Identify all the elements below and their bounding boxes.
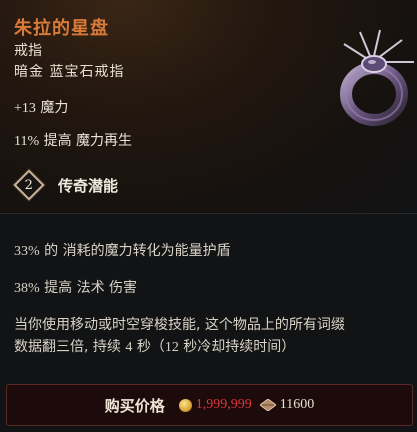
shard-price: 11600 — [279, 397, 315, 412]
ring-item-icon — [340, 29, 414, 126]
affix-text: 秒冷却持续时间） — [183, 339, 296, 355]
stat-value: +13 — [14, 101, 36, 116]
affix-text: 的 消耗的魔力转化为能量护盾 — [44, 243, 231, 259]
legendary-potential-value: 2 — [24, 177, 34, 193]
item-name: 朱拉的星盘 — [14, 18, 109, 39]
tooltip-header: 朱拉的星盘 戒指 暗金 蓝宝石戒指 +13 魔力 11% 提高 魔力再生 2 传… — [0, 0, 417, 213]
stat-text: 魔力 — [40, 100, 69, 116]
shard-currency-icon — [259, 399, 276, 411]
purchase-label: 购买价格 — [104, 396, 165, 415]
duration-value: 4 — [125, 340, 133, 355]
legendary-diamond-icon: 2 — [13, 169, 45, 201]
gold-price: 1,999,999 — [195, 397, 252, 412]
item-type: 戒指 — [14, 43, 42, 59]
implicit-stat-mana: +13 魔力 — [14, 97, 68, 117]
affix-value: 33% — [14, 244, 40, 259]
purchase-bar[interactable]: 购买价格 1,999,999 11600 — [6, 384, 413, 426]
section-divider — [0, 213, 417, 214]
legendary-potential-row: 2 传奇潜能 — [13, 169, 119, 201]
cooldown-value: 12 — [164, 340, 179, 355]
affix-value: 38% — [14, 281, 40, 296]
item-tooltip: 朱拉的星盘 戒指 暗金 蓝宝石戒指 +13 魔力 11% 提高 魔力再生 2 传… — [0, 0, 417, 432]
implicit-stat-mana-regen: 11% 提高 魔力再生 — [14, 130, 132, 150]
affix-text: 数据翻三倍, 持续 — [14, 339, 121, 355]
affix-text: 提高 法术 伤害 — [44, 280, 138, 296]
affix-line-2: 数据翻三倍, 持续 4 秒（12 秒冷却持续时间） — [14, 336, 409, 359]
affix-energy-shield: 33% 的 消耗的魔力转化为能量护盾 — [14, 240, 231, 263]
legendary-potential-label: 传奇潜能 — [58, 176, 119, 195]
affix-triple-stats: 当你使用移动或时空穿梭技能, 这个物品上的所有词缀 数据翻三倍, 持续 4 秒（… — [14, 314, 409, 359]
affix-text: 秒（ — [136, 339, 165, 355]
affix-spell-damage: 38% 提高 法术 伤害 — [14, 277, 137, 300]
stat-text: 提高 魔力再生 — [43, 133, 133, 149]
stat-value: 11% — [14, 134, 40, 149]
gold-coin-icon — [178, 398, 192, 412]
affix-line-1: 当你使用移动或时空穿梭技能, 这个物品上的所有词缀 — [14, 317, 345, 333]
item-rarity-line: 暗金 蓝宝石戒指 — [14, 64, 125, 80]
